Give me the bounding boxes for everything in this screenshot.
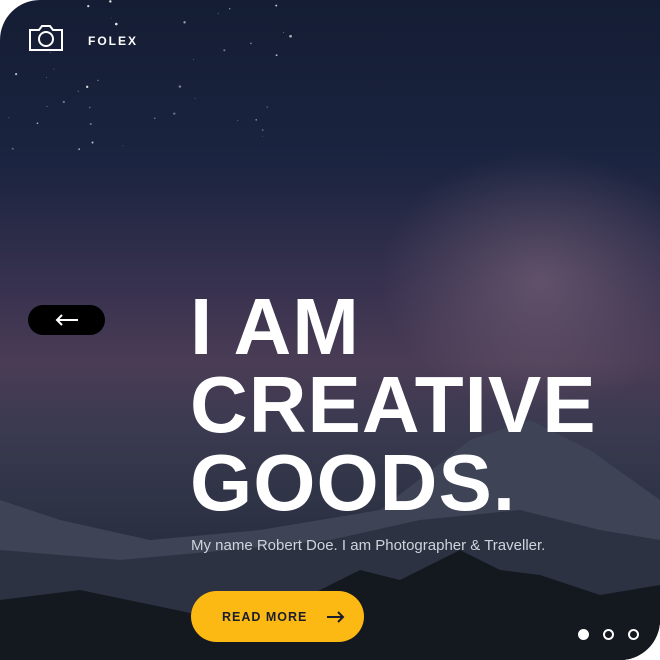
star [8, 117, 10, 119]
star [261, 129, 264, 131]
star [62, 100, 65, 104]
slide-dot-1[interactable] [578, 629, 589, 640]
read-more-label: READ MORE [222, 609, 308, 624]
star [88, 106, 91, 109]
arrow-left-icon [55, 314, 78, 326]
hero-subtitle: My name Robert Doe. I am Photographer & … [191, 537, 546, 554]
star [262, 135, 263, 137]
title-line: CREATIVE [190, 360, 597, 449]
hero-section: FOLEX I AM CREATIVE GOODS. My name Rober… [0, 0, 660, 660]
star [283, 31, 285, 33]
brand-logo[interactable] [28, 24, 64, 52]
star [289, 34, 292, 38]
star [192, 58, 194, 60]
star [11, 147, 14, 150]
star [194, 98, 196, 99]
star [217, 12, 219, 14]
star [237, 119, 239, 121]
star [223, 49, 226, 52]
star [87, 4, 90, 8]
star [114, 22, 118, 26]
arrow-right-icon [327, 610, 345, 623]
star [173, 112, 176, 115]
star [77, 90, 79, 92]
star [97, 79, 99, 81]
starfield [8, 0, 292, 150]
star [266, 106, 268, 108]
star [53, 68, 55, 70]
star [78, 148, 80, 150]
slide-dot-3[interactable] [628, 629, 639, 640]
star [91, 141, 94, 144]
star [275, 54, 278, 57]
star [229, 8, 231, 10]
star [110, 17, 112, 19]
read-more-button[interactable]: READ MORE [191, 591, 364, 642]
star [255, 119, 257, 121]
star [86, 85, 89, 89]
previous-slide-button[interactable] [28, 305, 105, 335]
star [178, 85, 182, 88]
star [89, 122, 92, 126]
star [49, 52, 51, 54]
star [122, 145, 124, 147]
star [36, 122, 39, 125]
title-line: GOODS. [190, 438, 517, 527]
title-line: I AM [190, 282, 360, 371]
star [109, 0, 112, 3]
star [46, 77, 47, 78]
slide-dot-2[interactable] [603, 629, 614, 640]
star [183, 21, 186, 24]
hero-title: I AM CREATIVE GOODS. [190, 282, 597, 527]
brand-name[interactable]: FOLEX [88, 34, 138, 48]
camera-icon [29, 25, 63, 51]
star [275, 4, 278, 7]
star [46, 105, 48, 107]
star [154, 117, 156, 119]
slider-pagination [578, 629, 639, 640]
star [250, 42, 252, 45]
star [15, 73, 18, 76]
